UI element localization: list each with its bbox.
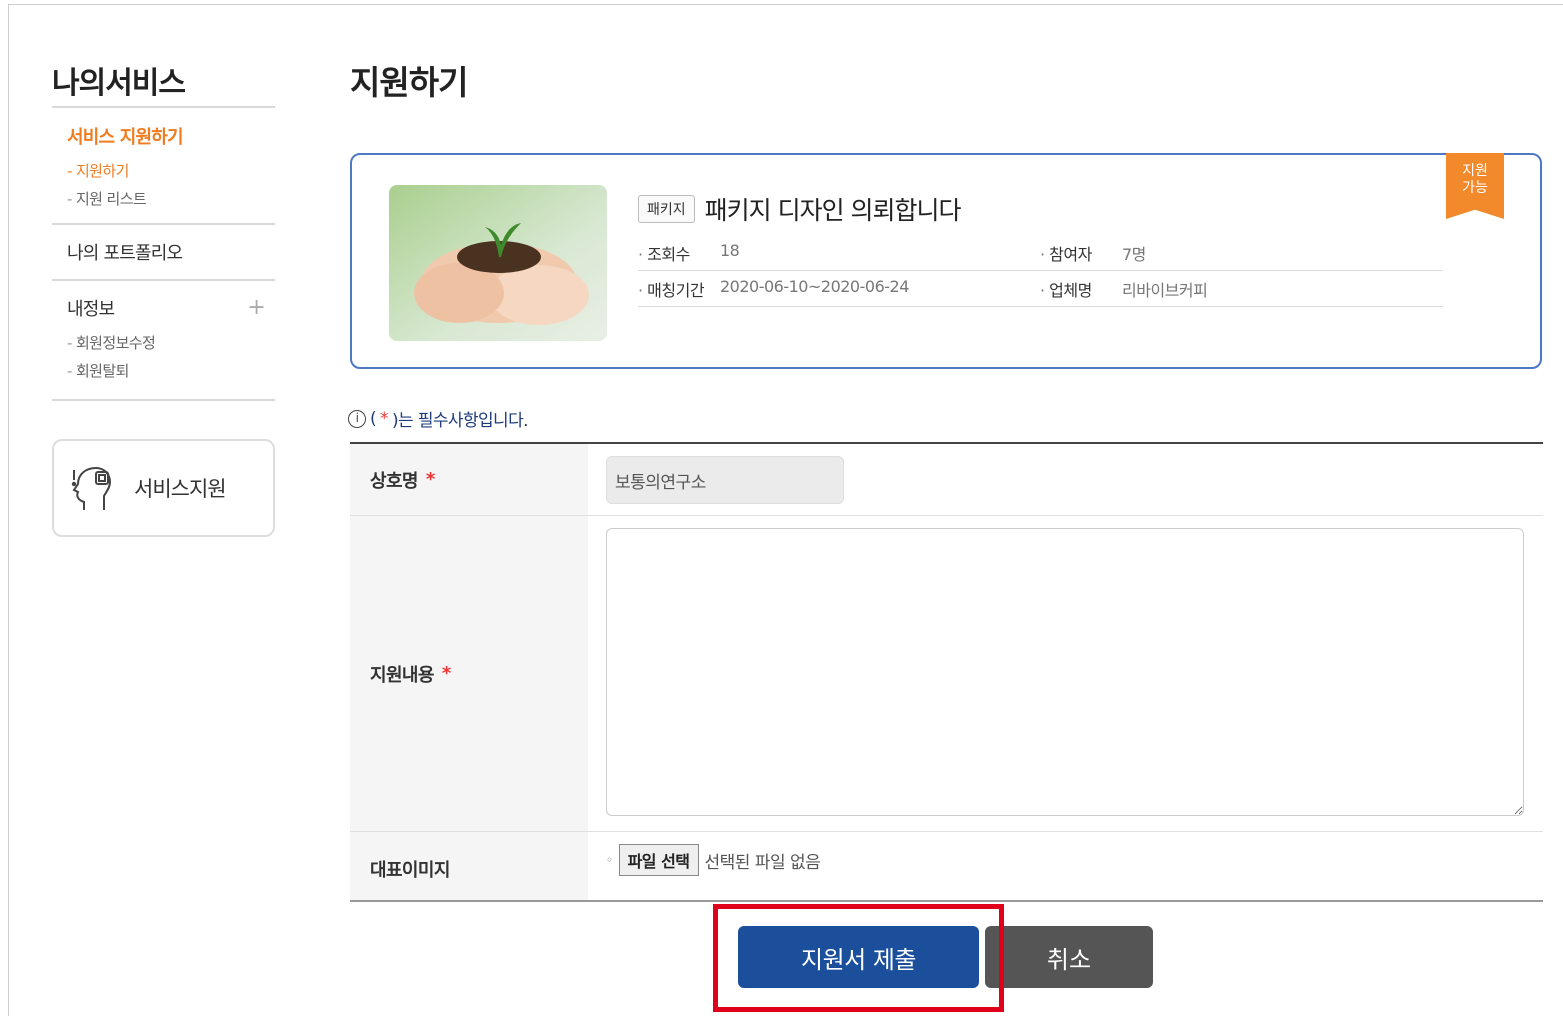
participants-label: 참여자 [1040, 241, 1122, 265]
sidebar-item-label: 나의 포트폴리오 [67, 243, 183, 264]
views-label: 조회수 [638, 241, 720, 265]
sidebar-item-portfolio[interactable]: 나의 포트폴리오 [67, 239, 275, 265]
sidebar-title: 나의서비스 [52, 58, 275, 108]
info-icon: i [348, 409, 366, 428]
views-value: 18 [720, 240, 740, 260]
sidebar-item-label: 내정보 [67, 299, 115, 320]
image-field-wrap: ◦ 파일 선택 선택된 파일 없음 [588, 832, 1543, 900]
image-field-label: 대표이미지 [350, 832, 588, 900]
company-field-wrap [588, 444, 1543, 515]
content-textarea[interactable] [606, 528, 1524, 816]
card-title: 패키지 디자인 의뢰합니다 [704, 196, 962, 225]
company-label: 업체명 [1040, 277, 1122, 301]
label-text: 상호명 [370, 470, 418, 492]
card-title-line: 패키지 패키지 디자인 의뢰합니다 [638, 191, 1443, 227]
file-select-button[interactable]: 파일 선택 [618, 844, 699, 876]
form-row-content: 지원내용 * [350, 516, 1543, 832]
sidebar-item-my-info[interactable]: 내정보 + [67, 295, 275, 321]
required-note-prefix: ( [370, 408, 377, 429]
service-thumbnail [389, 185, 607, 341]
service-support-label: 서비스지원 [134, 477, 227, 501]
info-row: 조회수18 참여자7명 [638, 235, 1443, 271]
period-cell: 매칭기간2020-06-10~2020-06-24 [638, 277, 1040, 301]
sidebar-submenu: 지원하기 지원 리스트 [67, 157, 275, 213]
file-status: 선택된 파일 없음 [704, 852, 821, 873]
required-note-text: )는 필수사항입니다. [391, 411, 529, 431]
cancel-button[interactable]: 취소 [985, 926, 1153, 988]
participants-value: 7명 [1122, 244, 1146, 264]
sidebar-subitem-withdraw[interactable]: 회원탈퇴 [67, 357, 275, 385]
plus-icon[interactable]: + [247, 297, 265, 319]
application-form: 상호명 * 지원내용 * 대표이미지 ◦ 파일 선택 선택된 파일 없음 [350, 442, 1543, 902]
service-support-button[interactable]: 서비스지원 [52, 439, 275, 537]
form-row-image: 대표이미지 ◦ 파일 선택 선택된 파일 없음 [350, 832, 1543, 902]
service-card: 지원 가능 패키지 패키지 디자인 의뢰합니다 조회수18 참여자7명 매칭기간… [350, 153, 1542, 369]
sidebar-item-label: 서비스 지원하기 [67, 127, 184, 148]
category-tag: 패키지 [638, 195, 695, 223]
required-note: i ( * )는 필수사항입니다. [348, 406, 529, 431]
status-badge: 지원 가능 [1446, 153, 1504, 219]
info-row: 매칭기간2020-06-10~2020-06-24 업체명리바이브커피 [638, 271, 1443, 307]
sidebar-submenu: 회원정보수정 회원탈퇴 [67, 329, 275, 385]
content-field-wrap [588, 516, 1543, 831]
period-value: 2020-06-10~2020-06-24 [720, 276, 909, 296]
sidebar-subitem-edit-profile[interactable]: 회원정보수정 [67, 329, 275, 357]
file-input: ◦ 파일 선택 선택된 파일 없음 [606, 844, 1525, 876]
form-actions: 지원서 제출 취소 [738, 926, 1153, 988]
head-gear-icon [71, 466, 112, 510]
company-name-input[interactable] [606, 456, 844, 504]
participants-cell: 참여자7명 [1040, 241, 1442, 265]
label-text: 대표이미지 [370, 860, 450, 881]
sidebar-group-portfolio: 나의 포트폴리오 [52, 225, 275, 281]
sidebar-subitem-apply-list[interactable]: 지원 리스트 [67, 185, 275, 213]
sidebar-group-service-apply: 서비스 지원하기 지원하기 지원 리스트 [52, 108, 275, 225]
period-label: 매칭기간 [638, 277, 720, 301]
required-star: * [425, 469, 435, 490]
views-cell: 조회수18 [638, 241, 1040, 265]
submit-application-button[interactable]: 지원서 제출 [738, 926, 979, 988]
sidebar: 나의서비스 서비스 지원하기 지원하기 지원 리스트 나의 포트폴리오 내정보 … [52, 58, 275, 537]
label-text: 지원내용 [370, 664, 434, 686]
sidebar-group-my-info: 내정보 + 회원정보수정 회원탈퇴 [52, 281, 275, 401]
sidebar-item-service-apply[interactable]: 서비스 지원하기 [67, 123, 275, 149]
status-badge-label: 지원 가능 [1462, 163, 1488, 196]
content-field-label: 지원내용 * [350, 516, 588, 831]
required-star: * [380, 408, 388, 429]
card-info: 패키지 패키지 디자인 의뢰합니다 조회수18 참여자7명 매칭기간2020-0… [638, 191, 1443, 307]
required-star: * [441, 663, 451, 684]
company-field-label: 상호명 * [350, 444, 588, 515]
company-value: 리바이브커피 [1122, 280, 1208, 300]
company-cell: 업체명리바이브커피 [1040, 277, 1442, 301]
page-title: 지원하기 [350, 63, 468, 102]
form-row-company: 상호명 * [350, 444, 1543, 516]
sidebar-subitem-apply[interactable]: 지원하기 [67, 157, 275, 185]
bullet-icon: ◦ [606, 853, 613, 867]
